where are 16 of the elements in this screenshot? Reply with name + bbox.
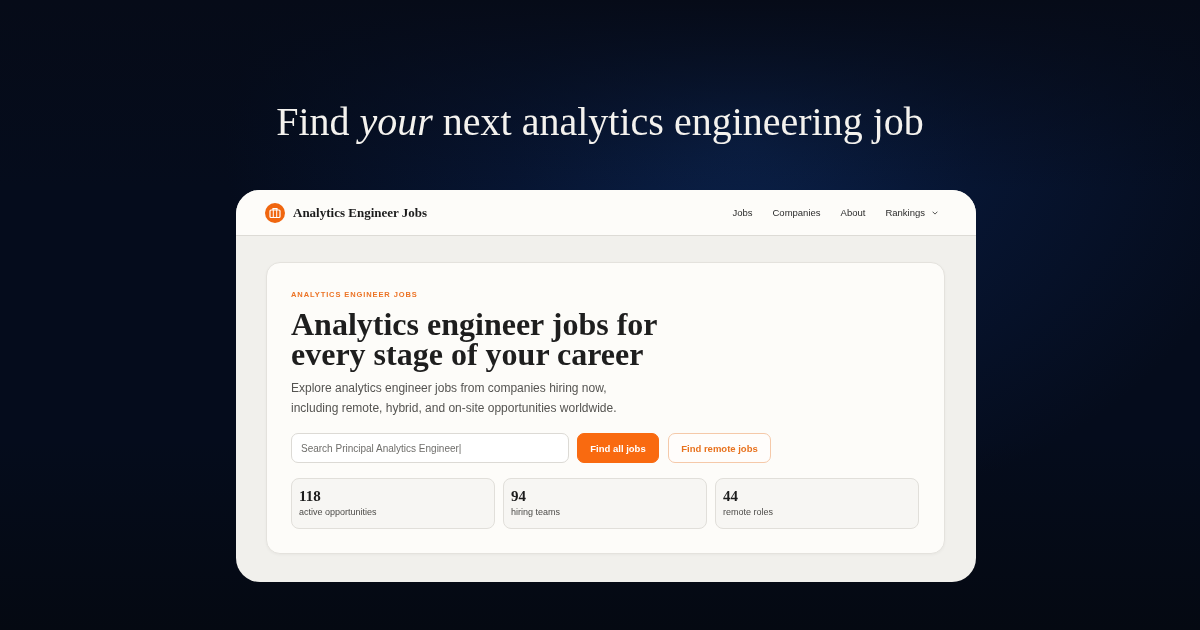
- search-field[interactable]: Search Principal Analytics Engineer|: [291, 433, 569, 463]
- stat-label: remote roles: [723, 506, 774, 519]
- nav-link[interactable]: Jobs: [732, 207, 753, 218]
- headline: Find your next analytics engineering job: [276, 99, 924, 145]
- stat-label: hiring teams: [511, 506, 561, 519]
- briefcase-logo-icon: [265, 202, 285, 223]
- stat-label: active opportunities: [299, 506, 377, 519]
- site-name[interactable]: Analytics Engineer Jobs: [293, 204, 428, 221]
- stat-value: 94: [511, 487, 526, 505]
- hero-description: Explore analytics engineer jobs from companies hiring now, including remote, hybrid, and on-site opportunities worldwide.: [291, 380, 618, 417]
- stat-value: 44: [723, 487, 738, 505]
- stat-value: 118: [299, 487, 321, 505]
- nav-link[interactable]: Companies: [772, 207, 821, 218]
- nav-dropdown[interactable]: Rankings: [885, 207, 938, 218]
- nav-link[interactable]: About: [840, 207, 866, 218]
- chevron-down-icon: [932, 210, 938, 215]
